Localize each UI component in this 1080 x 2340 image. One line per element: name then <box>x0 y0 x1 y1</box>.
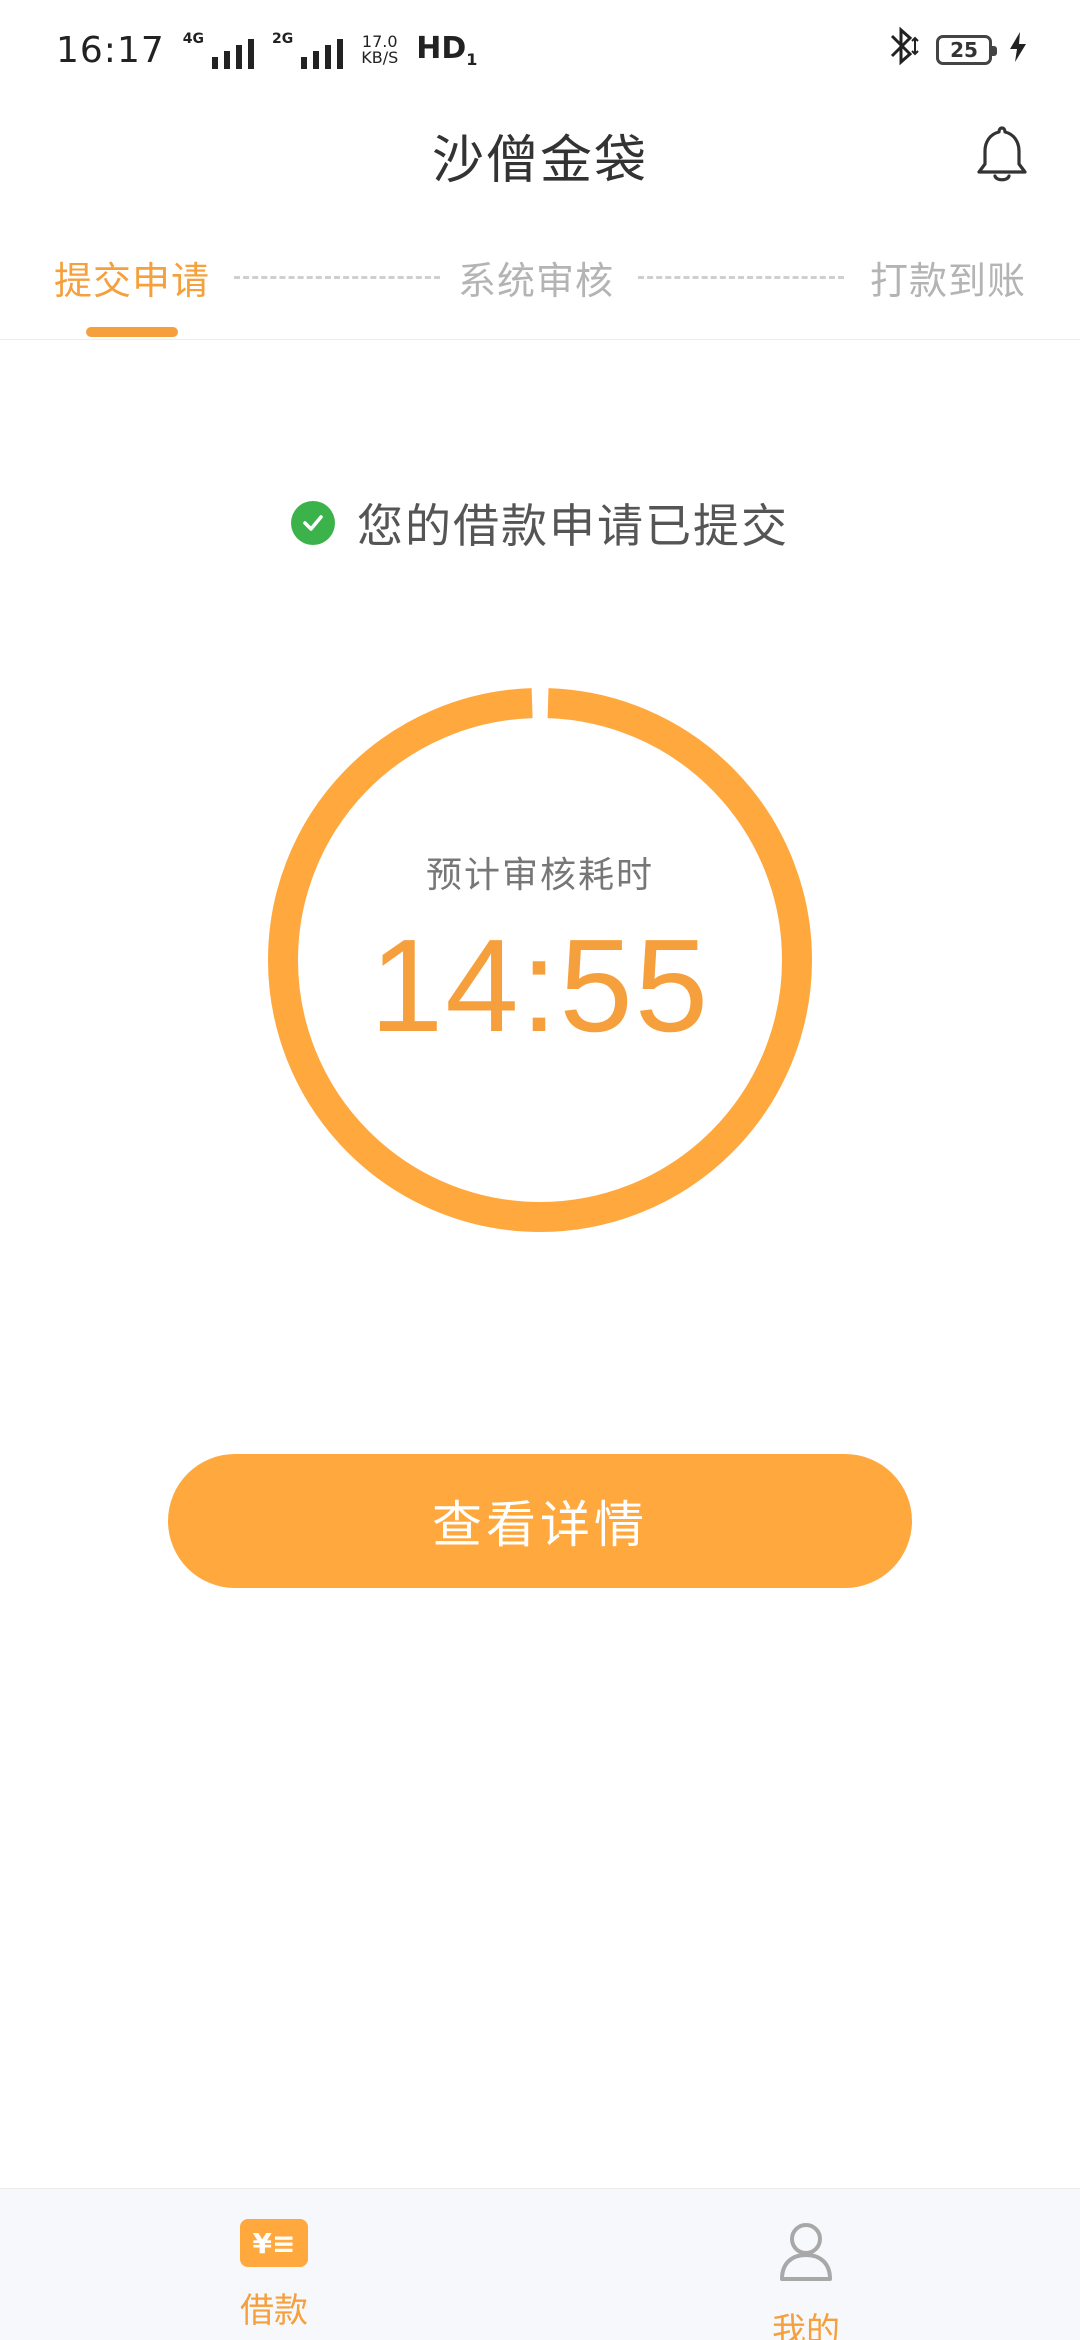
nav-label-loan: 借款 <box>240 2291 308 2331</box>
countdown-time: 14:55 <box>369 912 711 1059</box>
loan-icon-text: ¥≡ <box>252 2226 296 2260</box>
app-header: 沙僧金袋 <box>0 100 1080 210</box>
application-steps: 提交申请 系统审核 打款到账 <box>0 230 1080 340</box>
step-connector-2 <box>638 276 844 279</box>
network-type-2: 2G <box>271 31 294 47</box>
step-payout: 打款到账 <box>870 259 1027 303</box>
status-bar: 16:17 4G 2G 17.0 KB/S HD1 25 <box>0 0 1080 100</box>
step-system-review: 系统审核 <box>458 259 615 303</box>
nav-item-mine[interactable]: 我的 <box>706 2219 906 2340</box>
status-right: 25 <box>886 26 1028 75</box>
charging-icon <box>1008 31 1028 69</box>
submitted-text: 您的借款申请已提交 <box>357 499 789 553</box>
countdown-label: 预计审核耗时 <box>425 855 654 896</box>
hd-sub: 1 <box>466 50 478 69</box>
step-submit-application: 提交申请 <box>54 259 211 303</box>
user-profile-icon <box>776 2219 836 2287</box>
hd-icon: HD1 <box>416 31 477 69</box>
network-type-1: 4G <box>182 31 204 47</box>
submitted-message: 您的借款申请已提交 <box>0 490 1080 556</box>
active-step-indicator <box>86 327 178 337</box>
status-left: 16:17 4G 2G 17.0 KB/S HD1 <box>56 30 477 71</box>
signal-2-icon: 2G <box>271 31 344 69</box>
view-details-button[interactable]: 查看详情 <box>168 1454 912 1588</box>
bottom-navigation: ¥≡ 借款 我的 <box>0 2188 1080 2340</box>
hd-label: HD <box>416 31 467 66</box>
bluetooth-icon <box>886 26 920 75</box>
check-circle-icon <box>291 501 335 545</box>
network-speed-unit: KB/S <box>361 48 399 67</box>
nav-item-loan[interactable]: ¥≡ 借款 <box>174 2219 374 2332</box>
notification-bell-icon[interactable] <box>970 122 1034 186</box>
loan-wallet-icon: ¥≡ <box>240 2219 308 2267</box>
status-time: 16:17 <box>56 29 165 71</box>
screen: 16:17 4G 2G 17.0 KB/S HD1 25 沙僧金袋 提交申请 系… <box>0 0 1080 2340</box>
app-title: 沙僧金袋 <box>431 130 648 191</box>
step-connector-1 <box>234 276 440 279</box>
countdown-ring: 预计审核耗时 14:55 <box>268 688 812 1232</box>
network-speed: 17.0 KB/S <box>361 34 398 66</box>
nav-label-mine: 我的 <box>772 2311 840 2340</box>
battery-level: 25 <box>950 38 978 62</box>
battery-icon: 25 <box>936 35 997 65</box>
signal-1-icon: 4G <box>183 31 254 69</box>
